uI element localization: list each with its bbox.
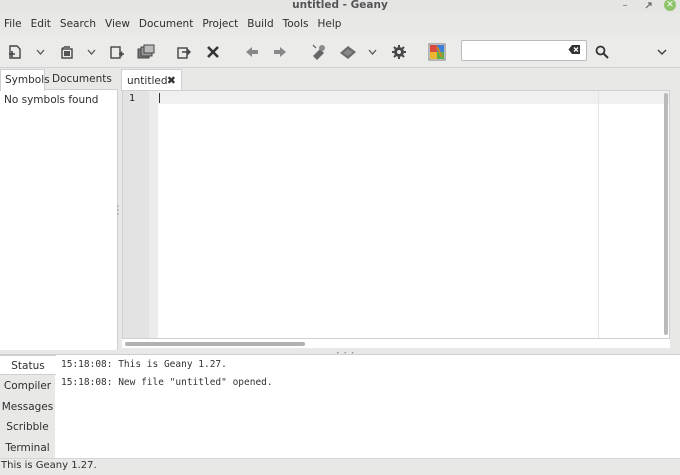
clear-search-icon[interactable] bbox=[568, 44, 582, 57]
message-tabs: Status Compiler Messages Scribble Termin… bbox=[0, 355, 56, 459]
horizontal-scrollbar-track bbox=[122, 339, 670, 348]
menu-search[interactable]: Search bbox=[56, 15, 101, 33]
navigate-back-icon[interactable] bbox=[241, 41, 263, 63]
log-line: 15:18:08: New file "untitled" opened. bbox=[61, 377, 273, 388]
minimize-icon[interactable]: – bbox=[618, 0, 632, 12]
current-line-highlight bbox=[158, 91, 669, 104]
tab-untitled[interactable]: untitled ✖ bbox=[121, 69, 182, 91]
tab-symbols[interactable]: Symbols bbox=[0, 69, 50, 91]
color-chooser-icon[interactable] bbox=[426, 41, 448, 63]
vertical-scrollbar[interactable] bbox=[664, 93, 668, 335]
tab-messages[interactable]: Messages bbox=[0, 397, 55, 417]
window-controls: – ✕ bbox=[618, 0, 676, 12]
compile-icon[interactable] bbox=[308, 41, 330, 63]
sidebar: Symbols Documents No symbols found bbox=[0, 69, 118, 350]
navigate-forward-icon[interactable] bbox=[269, 41, 291, 63]
sidebar-tabs: Symbols Documents bbox=[0, 69, 118, 91]
save-all-icon[interactable] bbox=[135, 41, 157, 63]
symbols-empty-message: No symbols found bbox=[4, 94, 99, 106]
new-from-template-arrow[interactable] bbox=[34, 43, 46, 61]
fold-margin[interactable] bbox=[149, 91, 158, 338]
code-editor[interactable]: 1 bbox=[122, 90, 670, 339]
message-window: Status Compiler Messages Scribble Termin… bbox=[0, 354, 680, 459]
menu-document[interactable]: Document bbox=[135, 15, 198, 33]
recent-files-arrow[interactable] bbox=[85, 43, 97, 61]
line-number-gutter: 1 bbox=[123, 91, 149, 338]
menu-view[interactable]: View bbox=[101, 15, 135, 33]
title-bar: untitled - Geany – ✕ bbox=[0, 0, 680, 13]
close-icon[interactable]: ✕ bbox=[664, 0, 676, 11]
open-file-icon[interactable] bbox=[56, 41, 78, 63]
revert-icon[interactable] bbox=[173, 41, 195, 63]
tab-label: untitled bbox=[127, 74, 168, 87]
build-options-arrow[interactable] bbox=[366, 43, 378, 61]
tab-compiler[interactable]: Compiler bbox=[0, 376, 55, 396]
tab-status[interactable]: Status bbox=[0, 355, 56, 375]
menu-tools[interactable]: Tools bbox=[279, 15, 314, 33]
tab-scribble[interactable]: Scribble bbox=[0, 417, 55, 437]
text-caret bbox=[159, 93, 160, 103]
long-line-marker bbox=[598, 91, 599, 338]
restore-icon[interactable] bbox=[641, 0, 655, 12]
tab-documents[interactable]: Documents bbox=[48, 69, 116, 90]
menu-file[interactable]: File bbox=[0, 15, 27, 33]
build-icon[interactable] bbox=[337, 41, 359, 63]
overflow-chevron-icon[interactable] bbox=[651, 41, 673, 63]
status-log: 15:18:08: This is Geany 1.27. 15:18:08: … bbox=[61, 359, 273, 395]
status-text: This is Geany 1.27. bbox=[1, 460, 97, 471]
sidebar-resize-handle[interactable] bbox=[117, 205, 119, 215]
save-icon[interactable] bbox=[106, 41, 128, 63]
close-file-icon[interactable] bbox=[202, 41, 224, 63]
status-bar: This is Geany 1.27. bbox=[0, 458, 680, 472]
menu-bar: File Edit Search View Document Project B… bbox=[0, 15, 680, 33]
tab-terminal[interactable]: Terminal bbox=[0, 438, 55, 458]
window-title: untitled - Geany bbox=[292, 0, 388, 11]
new-file-icon[interactable] bbox=[4, 41, 26, 63]
close-tab-icon[interactable]: ✖ bbox=[167, 74, 176, 87]
menu-build[interactable]: Build bbox=[243, 15, 278, 33]
run-settings-icon[interactable] bbox=[388, 41, 410, 63]
line-number: 1 bbox=[129, 93, 136, 104]
log-line: 15:18:08: This is Geany 1.27. bbox=[61, 359, 227, 370]
menu-edit[interactable]: Edit bbox=[27, 15, 56, 33]
find-icon[interactable] bbox=[591, 41, 613, 63]
horizontal-scrollbar[interactable] bbox=[125, 342, 305, 346]
menu-project[interactable]: Project bbox=[198, 15, 243, 33]
menu-help[interactable]: Help bbox=[314, 15, 347, 33]
editor-tab-bar: untitled ✖ bbox=[120, 69, 680, 91]
